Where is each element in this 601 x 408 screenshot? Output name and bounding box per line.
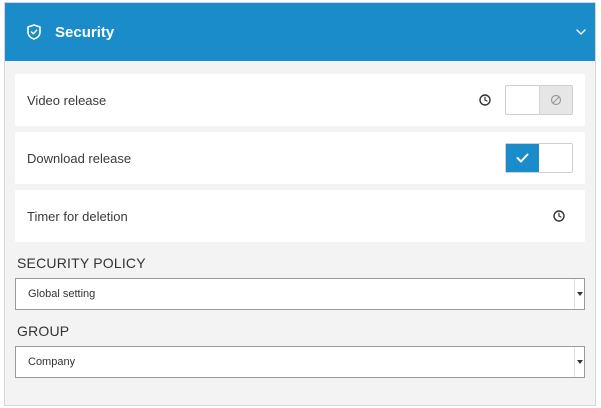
clock-icon[interactable] bbox=[479, 94, 491, 106]
checkmark-icon bbox=[516, 153, 529, 163]
toggle-off-side bbox=[539, 144, 572, 172]
security-policy-label: SECURITY POLICY bbox=[17, 255, 146, 271]
security-panel-header[interactable]: Security bbox=[5, 3, 595, 61]
chevron-down-icon[interactable] bbox=[575, 28, 587, 36]
dropdown-arrow-icon[interactable] bbox=[574, 347, 584, 377]
dropdown-arrow-icon[interactable] bbox=[574, 279, 584, 309]
toggle-on-side bbox=[506, 86, 539, 114]
security-policy-select[interactable]: Global setting bbox=[15, 278, 585, 310]
security-panel: Security Video release Download release … bbox=[4, 2, 596, 406]
group-select[interactable]: Company bbox=[15, 346, 585, 378]
panel-body: Video release Download release Timer for… bbox=[5, 61, 595, 378]
video-release-toggle[interactable] bbox=[505, 85, 573, 115]
group-value: Company bbox=[28, 356, 76, 368]
download-release-row: Download release bbox=[15, 132, 585, 184]
clock-icon[interactable] bbox=[553, 210, 565, 222]
shield-icon bbox=[27, 24, 41, 40]
video-release-row: Video release bbox=[15, 74, 585, 126]
group-label: GROUP bbox=[17, 323, 70, 339]
disabled-icon bbox=[550, 94, 562, 106]
timer-deletion-label: Timer for deletion bbox=[27, 208, 128, 224]
panel-title: Security bbox=[55, 23, 115, 41]
security-policy-value: Global setting bbox=[28, 288, 96, 300]
timer-deletion-row: Timer for deletion bbox=[15, 190, 585, 242]
toggle-on-side bbox=[506, 144, 539, 172]
toggle-off-side bbox=[538, 86, 572, 114]
download-release-toggle[interactable] bbox=[505, 143, 573, 173]
video-release-label: Video release bbox=[27, 92, 107, 108]
download-release-label: Download release bbox=[27, 150, 132, 166]
